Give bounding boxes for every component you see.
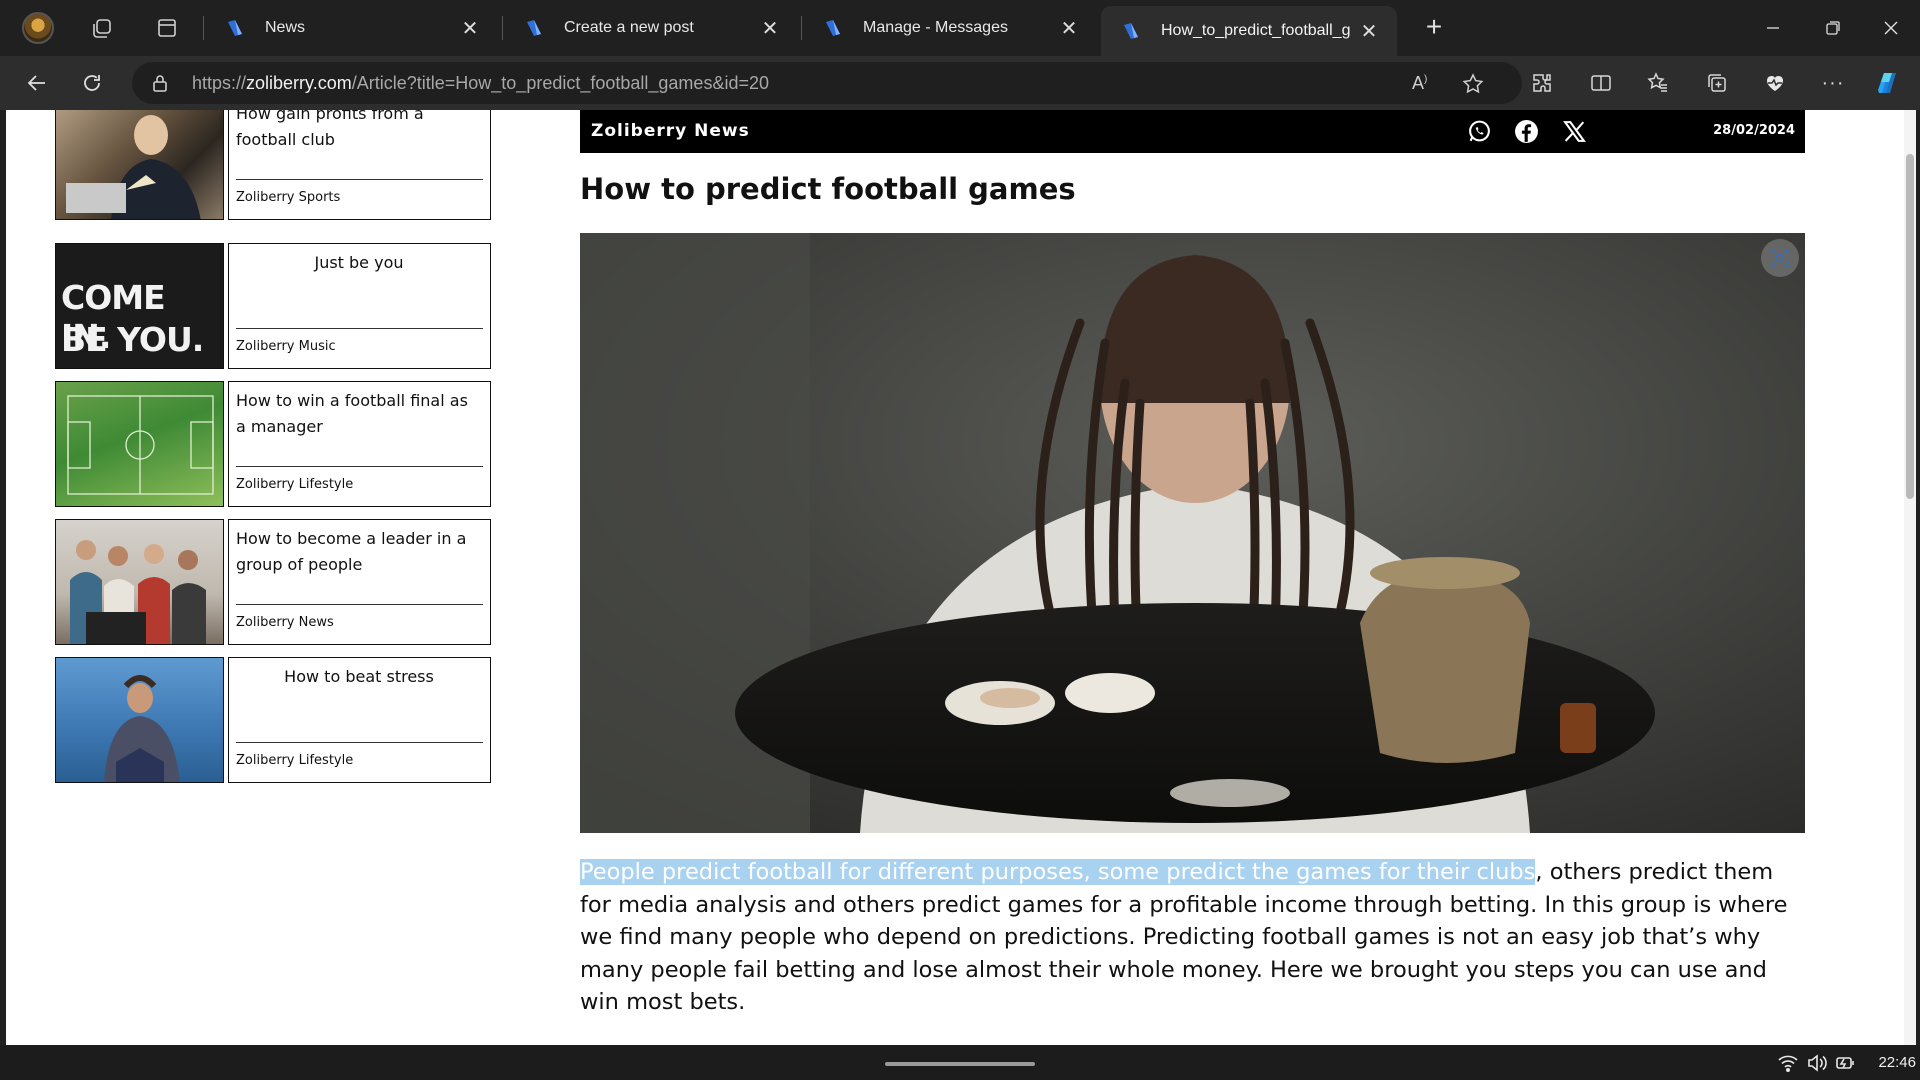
article-thumbnail[interactable]: [55, 519, 224, 645]
tab-separator: [203, 16, 204, 40]
zoliberry-favicon-icon: [826, 20, 840, 36]
article-thumbnail[interactable]: [55, 381, 224, 507]
close-tab-icon[interactable]: ✕: [458, 16, 482, 40]
close-tab-icon[interactable]: ✕: [1357, 19, 1381, 43]
divider: [236, 179, 483, 180]
article-card-source: Zoliberry News: [236, 615, 334, 630]
tab-manage-messages[interactable]: Manage - Messages ✕: [803, 6, 1097, 50]
article-card-source: Zoliberry Lifestyle: [236, 753, 354, 768]
tab-title: Create a new post: [564, 19, 694, 36]
article-hero-image[interactable]: [580, 233, 1805, 833]
more-options-icon[interactable]: ···: [1820, 70, 1846, 96]
url-prefix: https://: [192, 73, 247, 93]
article-card-title[interactable]: How to win a football final as a manager: [236, 388, 482, 440]
wifi-icon[interactable]: [1777, 1052, 1799, 1074]
copilot-icon[interactable]: [1871, 67, 1903, 99]
refresh-button[interactable]: [76, 67, 108, 99]
back-button[interactable]: [21, 67, 53, 99]
url-host: zoliberry.com: [246, 73, 352, 93]
tab-separator: [502, 16, 503, 40]
article-card-body: How to win a football final as a manager…: [228, 381, 491, 507]
whatsapp-icon[interactable]: [1467, 119, 1492, 144]
lock-icon[interactable]: [150, 73, 170, 93]
related-article-card[interactable]: COME IN. BE YOU. Just be you Zoliberry M…: [55, 243, 491, 369]
address-bar[interactable]: https://zoliberry.com/Article?title=How_…: [132, 62, 1522, 104]
brand-name[interactable]: Zoliberry News: [591, 121, 750, 141]
taskbar-clock[interactable]: 22:46: [1878, 1054, 1916, 1071]
url-text[interactable]: https://zoliberry.com/Article?title=How_…: [192, 73, 769, 94]
scrollbar-thumb[interactable]: [1906, 154, 1914, 499]
taskbar: 22:46: [0, 1045, 1920, 1080]
article-thumbnail[interactable]: [55, 657, 224, 783]
tab-separator: [801, 16, 802, 40]
tab-strip: News ✕ Create a new post ✕ Manage - Mess…: [0, 0, 1920, 56]
related-article-card[interactable]: How to win a football final as a manager…: [55, 381, 491, 507]
article-thumbnail[interactable]: [55, 110, 224, 220]
vertical-tabs-icon[interactable]: [153, 14, 181, 42]
divider: [236, 328, 483, 329]
visual-search-button[interactable]: [1761, 239, 1799, 277]
article-card-title[interactable]: Just be you: [229, 250, 489, 276]
zoliberry-favicon-icon: [1124, 23, 1138, 39]
favorite-star-icon[interactable]: [1462, 73, 1484, 95]
related-article-card[interactable]: How gain profits from a football club Zo…: [55, 110, 491, 220]
taskbar-handle[interactable]: [885, 1062, 1035, 1066]
split-screen-icon[interactable]: [1588, 70, 1614, 96]
related-article-card[interactable]: How to become a leader in a group of peo…: [55, 519, 491, 645]
page-viewport: How gain profits from a football club Zo…: [6, 110, 1906, 1045]
close-tab-icon[interactable]: ✕: [758, 16, 782, 40]
navigation-bar: https://zoliberry.com/Article?title=How_…: [0, 56, 1920, 110]
article-thumbnail[interactable]: COME IN. BE YOU.: [55, 243, 224, 369]
tab-article-active[interactable]: How_to_predict_football_g ✕: [1101, 6, 1397, 56]
battery-icon[interactable]: [1834, 1052, 1856, 1074]
article-card-title[interactable]: How gain profits from a football club: [236, 110, 482, 153]
article-card-body: Just be you Zoliberry Music: [228, 243, 491, 369]
article-card-source: Zoliberry Music: [236, 339, 336, 354]
profile-avatar[interactable]: [22, 12, 54, 44]
thumbnail-text: BE YOU.: [61, 320, 204, 359]
article-card-source: Zoliberry Lifestyle: [236, 477, 354, 492]
collections-icon[interactable]: [1704, 70, 1730, 96]
zoliberry-favicon-icon: [527, 20, 541, 36]
selected-text: People predict football for different pu…: [580, 859, 1536, 885]
zoliberry-favicon-icon: [228, 20, 242, 36]
article-card-source: Zoliberry Sports: [236, 190, 341, 205]
article-card-body: How to become a leader in a group of peo…: [228, 519, 491, 645]
workspaces-icon[interactable]: [88, 14, 116, 42]
url-path: /Article?title=How_to_predict_football_g…: [351, 73, 769, 93]
related-article-card[interactable]: How to beat stress Zoliberry Lifestyle: [55, 657, 491, 783]
article-body-paragraph: People predict football for different pu…: [580, 856, 1805, 1019]
browser-essentials-icon[interactable]: [1762, 70, 1788, 96]
close-window-button[interactable]: [1874, 12, 1908, 44]
extensions-icon[interactable]: [1529, 70, 1555, 96]
article-header-bar: Zoliberry News 28/02/2024: [580, 110, 1805, 153]
divider: [236, 604, 483, 605]
article-headline: How to predict football games: [580, 172, 1076, 206]
divider: [236, 466, 483, 467]
x-twitter-icon[interactable]: [1562, 119, 1587, 144]
tab-title: News: [265, 19, 306, 36]
read-aloud-icon[interactable]: A): [1412, 73, 1434, 95]
tab-news[interactable]: News ✕: [205, 6, 498, 50]
restore-button[interactable]: [1816, 12, 1850, 44]
divider: [236, 742, 483, 743]
article-card-body: How to beat stress Zoliberry Lifestyle: [228, 657, 491, 783]
volume-icon[interactable]: [1806, 1052, 1828, 1074]
page-scrollbar[interactable]: [1904, 110, 1916, 1045]
article-card-title[interactable]: How to become a leader in a group of peo…: [236, 526, 482, 578]
close-tab-icon[interactable]: ✕: [1057, 16, 1081, 40]
article-card-title[interactable]: How to beat stress: [229, 664, 489, 690]
favorites-icon[interactable]: [1645, 70, 1671, 96]
minimize-button[interactable]: [1756, 12, 1790, 44]
article-date: 28/02/2024: [1713, 123, 1795, 138]
new-tab-button[interactable]: +: [1418, 12, 1450, 44]
tab-title: Manage - Messages: [863, 19, 1008, 36]
tab-create-post[interactable]: Create a new post ✕: [504, 6, 798, 50]
facebook-icon[interactable]: [1514, 119, 1539, 144]
article-card-body: How gain profits from a football club Zo…: [228, 110, 491, 220]
tab-title: How_to_predict_football_g: [1161, 22, 1351, 39]
